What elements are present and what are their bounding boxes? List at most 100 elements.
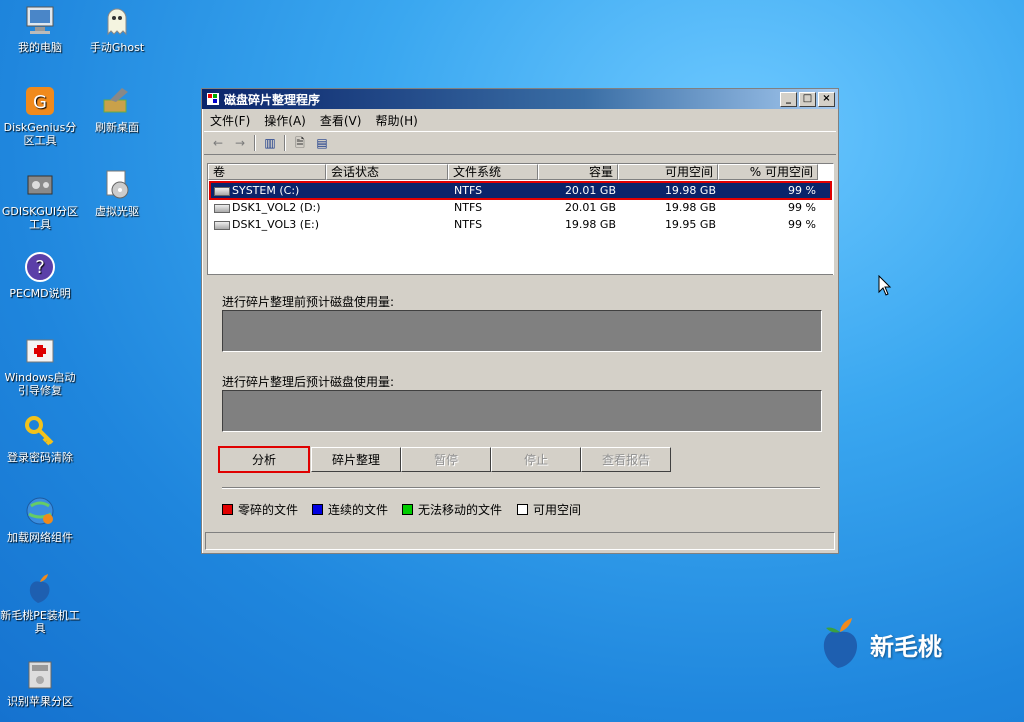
desktop-icon-label: 新毛桃PE装机工具	[0, 609, 80, 635]
svg-text:G: G	[33, 92, 47, 113]
diskgenius-icon: G	[23, 84, 57, 118]
pause-button[interactable]: 暂停	[401, 447, 491, 472]
volume-name: DSK1_VOL2 (D:)	[232, 201, 321, 214]
defrag-app-icon	[206, 92, 220, 106]
desktop-icon-my-computer[interactable]: 我的电脑	[0, 4, 80, 54]
volume-row-e[interactable]: DSK1_VOL3 (E:) NTFS 19.98 GB 19.95 GB 99…	[210, 216, 831, 233]
capacity: 20.01 GB	[564, 184, 616, 197]
title-bar[interactable]: 磁盘碎片整理程序 _ □ ×	[202, 89, 838, 109]
column-header-free[interactable]: 可用空间	[618, 164, 718, 180]
ghost-icon	[100, 4, 134, 38]
properties-icon[interactable]: 🗎	[292, 136, 308, 150]
filesystem: NTFS	[454, 218, 483, 231]
column-header-pct-free[interactable]: % 可用空间	[718, 164, 818, 180]
desktop-icon-label: 我的电脑	[18, 41, 62, 54]
desktop-icon-ghost[interactable]: 手动Ghost	[77, 4, 157, 54]
desktop-icon-boot-repair[interactable]: Windows启动引导修复	[0, 334, 80, 397]
filesystem: NTFS	[454, 184, 483, 197]
column-header-status[interactable]: 会话状态	[326, 164, 448, 180]
drive-icon	[214, 203, 230, 213]
toolbar: ← → ▥ 🗎 ▤	[204, 131, 836, 155]
volume-list-header: 卷 会话状态 文件系统 容量 可用空间 % 可用空间	[208, 164, 833, 180]
analysis-panel: 进行碎片整理前预计磁盘使用量: 进行碎片整理后预计磁盘使用量: 分析 碎片整理 …	[207, 274, 833, 533]
desktop-icon-diskgenius[interactable]: G DiskGenius分区工具	[0, 84, 80, 147]
legend-label: 零碎的文件	[238, 503, 299, 517]
back-arrow-icon[interactable]: ←	[210, 136, 226, 150]
legend-swatch	[312, 504, 323, 515]
legend-unmovable: 无法移动的文件	[402, 501, 502, 518]
close-button[interactable]: ×	[818, 91, 835, 107]
legend-free-space: 可用空间	[517, 501, 581, 518]
status-bar	[205, 532, 835, 550]
before-usage-bar	[222, 310, 822, 352]
desktop-icon-label: Windows启动引导修复	[4, 371, 76, 397]
desktop-icon-password[interactable]: 登录密码清除	[0, 414, 80, 464]
help-icon: ?	[23, 250, 57, 284]
desktop-icon-label: 虚拟光驱	[95, 205, 139, 218]
volume-row-d[interactable]: DSK1_VOL2 (D:) NTFS 20.01 GB 19.98 GB 99…	[210, 199, 831, 216]
capacity: 19.98 GB	[564, 218, 616, 231]
brand-logo: 新毛桃	[818, 616, 942, 673]
network-icon	[23, 494, 57, 528]
menu-action[interactable]: 操作(A)	[264, 112, 306, 129]
toolbar-separator	[254, 135, 256, 151]
legend-label: 连续的文件	[328, 503, 389, 517]
minimize-button[interactable]: _	[780, 91, 797, 107]
menu-file[interactable]: 文件(F)	[210, 112, 250, 129]
legend-contiguous: 连续的文件	[312, 501, 388, 518]
desktop-icon-pe-installer[interactable]: 新毛桃PE装机工具	[0, 572, 80, 635]
peach-icon	[23, 572, 57, 606]
legend-swatch	[222, 504, 233, 515]
analyze-button[interactable]: 分析	[218, 446, 310, 473]
boot-repair-icon	[23, 334, 57, 368]
before-usage-label: 进行碎片整理前预计磁盘使用量:	[222, 295, 395, 309]
column-header-volume[interactable]: 卷	[208, 164, 326, 180]
desktop-icon-label: DiskGenius分区工具	[3, 121, 77, 147]
window-title: 磁盘碎片整理程序	[224, 92, 321, 107]
show-hide-tree-icon[interactable]: ▥	[262, 136, 278, 150]
menu-view[interactable]: 查看(V)	[320, 112, 362, 129]
show-details-icon[interactable]: ▤	[314, 136, 330, 150]
view-report-button[interactable]: 查看报告	[581, 447, 671, 472]
virtual-drive-icon	[100, 168, 134, 202]
gdisk-icon	[23, 168, 57, 202]
free-space: 19.98 GB	[664, 201, 716, 214]
desktop-icon-apple-partition[interactable]: 识别苹果分区	[0, 658, 80, 708]
refresh-desktop-icon	[100, 84, 134, 118]
peach-logo-icon	[818, 616, 862, 673]
column-header-capacity[interactable]: 容量	[538, 164, 618, 180]
capacity: 20.01 GB	[564, 201, 616, 214]
volume-list: 卷 会话状态 文件系统 容量 可用空间 % 可用空间 SYSTEM (C:) N…	[207, 163, 834, 275]
desktop-icon-pecmd[interactable]: ? PECMD说明	[0, 250, 80, 300]
svg-text:?: ?	[35, 257, 45, 278]
menu-help[interactable]: 帮助(H)	[375, 112, 417, 129]
toolbar-separator	[284, 135, 286, 151]
legend-swatch	[402, 504, 413, 515]
volume-name: SYSTEM (C:)	[232, 184, 300, 197]
desktop-icon-gdisk[interactable]: GDISKGUI分区工具	[0, 168, 80, 231]
volume-row-c[interactable]: SYSTEM (C:) NTFS 20.01 GB 19.98 GB 99 %	[209, 181, 832, 200]
menu-bar: 文件(F) 操作(A) 查看(V) 帮助(H)	[202, 109, 838, 131]
desktop-icon-label: 加载网络组件	[7, 531, 73, 544]
legend-fragmented: 零碎的文件	[222, 501, 298, 518]
desktop-icon-label: 刷新桌面	[95, 121, 139, 134]
defragment-button[interactable]: 碎片整理	[311, 447, 401, 472]
column-header-filesystem[interactable]: 文件系统	[448, 164, 538, 180]
divider	[222, 487, 820, 489]
desktop-icon-refresh[interactable]: 刷新桌面	[77, 84, 157, 134]
desktop-icon-virtual-drive[interactable]: 虚拟光驱	[77, 168, 157, 218]
forward-arrow-icon[interactable]: →	[232, 136, 248, 150]
pct-free: 99 %	[788, 184, 816, 197]
desktop-icon-label: 手动Ghost	[89, 41, 145, 54]
brand-text: 新毛桃	[870, 633, 942, 661]
desktop-icon-network[interactable]: 加载网络组件	[0, 494, 80, 544]
maximize-button[interactable]: □	[799, 91, 816, 107]
drive-icon	[214, 186, 230, 196]
computer-icon	[23, 4, 57, 38]
desktop-icon-label: 登录密码清除	[7, 451, 73, 464]
desktop-icon-label: PECMD说明	[9, 287, 71, 300]
stop-button[interactable]: 停止	[491, 447, 581, 472]
pct-free: 99 %	[788, 201, 816, 214]
disk-icon	[23, 658, 57, 692]
legend-label: 无法移动的文件	[418, 503, 503, 517]
